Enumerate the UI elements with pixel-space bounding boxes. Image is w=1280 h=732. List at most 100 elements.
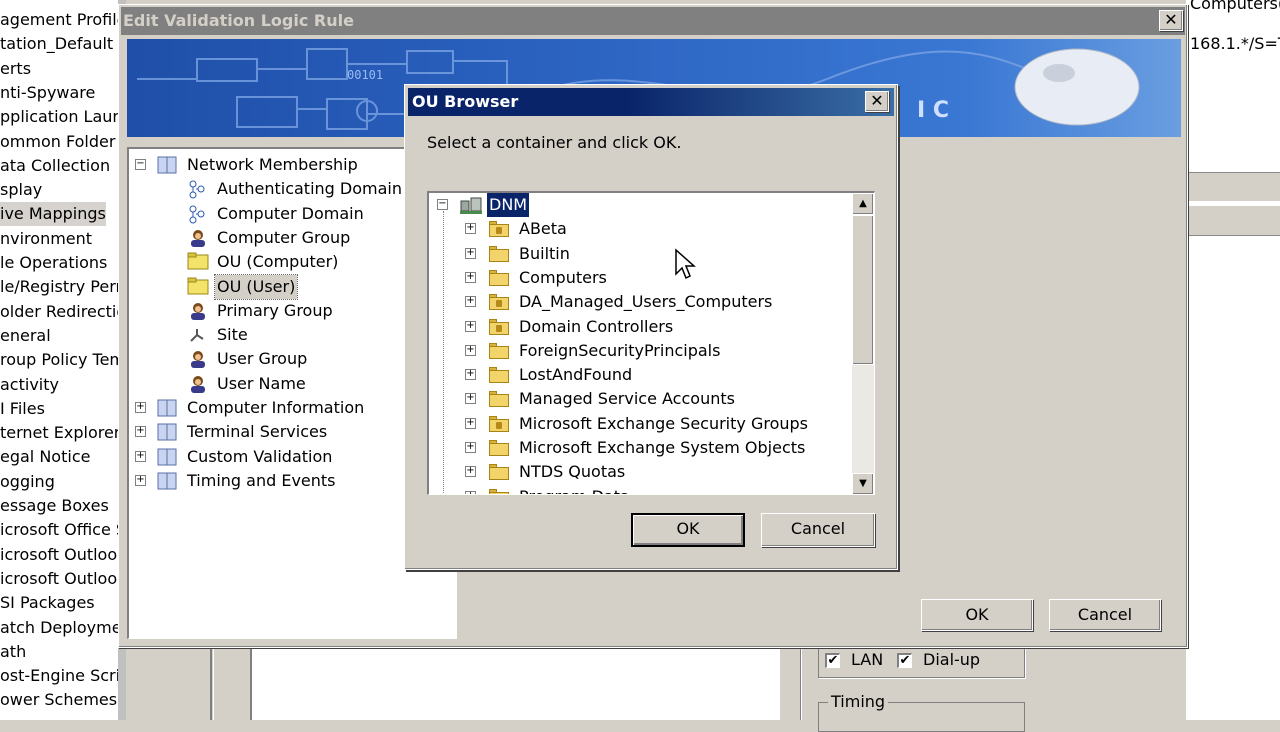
- expand-icon[interactable]: +: [135, 426, 146, 438]
- ou-tree-item-label: Microsoft Exchange System Objects: [519, 438, 806, 457]
- folder-icon: [489, 269, 509, 286]
- policy-list-item[interactable]: atch Deployment: [0, 616, 118, 640]
- scroll-down-icon[interactable]: ▼: [852, 473, 874, 494]
- policy-list-item[interactable]: le Operations: [0, 251, 107, 275]
- policy-list-item[interactable]: activity: [0, 373, 59, 397]
- expand-icon[interactable]: +: [135, 474, 146, 486]
- expand-icon[interactable]: +: [465, 271, 476, 283]
- ou-tree-item[interactable]: + Managed Service Accounts: [429, 387, 849, 411]
- tree-node[interactable]: Authenticating Domain: [129, 177, 449, 201]
- tree-node[interactable]: Computer Group: [129, 226, 449, 250]
- tree-node[interactable]: Computer Domain: [129, 202, 449, 226]
- expand-icon[interactable]: +: [465, 417, 476, 429]
- tree-node[interactable]: Primary Group: [129, 299, 449, 323]
- ou-tree-item[interactable]: + ForeignSecurityPrincipals: [429, 339, 849, 363]
- policy-list-item[interactable]: icrosoft Office S: [0, 518, 118, 542]
- timing-label: Timing: [828, 692, 889, 711]
- policy-list-item[interactable]: ath: [0, 640, 26, 664]
- expand-icon[interactable]: +: [465, 466, 476, 478]
- tree-node[interactable]: OU (User): [129, 273, 449, 300]
- expand-icon[interactable]: +: [465, 490, 476, 494]
- policy-list-item[interactable]: roup Policy Temp: [0, 348, 118, 372]
- policy-list-item[interactable]: SI Packages: [0, 591, 95, 615]
- cancel-button[interactable]: Cancel: [761, 513, 875, 547]
- lan-checkbox[interactable]: ✔: [825, 653, 840, 668]
- tree-node-label: User Name: [217, 373, 306, 393]
- expand-icon[interactable]: +: [465, 369, 476, 381]
- policy-list-item[interactable]: agement Profiles: [0, 8, 118, 32]
- tree-node[interactable]: User Name: [129, 372, 449, 396]
- policy-list-item[interactable]: ive Mappings: [0, 202, 106, 227]
- dialup-checkbox[interactable]: ✔: [897, 653, 912, 668]
- policy-list-item[interactable]: icrosoft Outlook: [0, 567, 118, 591]
- dialog-title-bar[interactable]: OU Browser: [408, 88, 894, 116]
- tree-node[interactable]: + Custom Validation: [129, 445, 449, 469]
- scrollbar-thumb[interactable]: [852, 215, 874, 365]
- dialog-title-bar[interactable]: Edit Validation Logic Rule: [121, 7, 1185, 35]
- ou-tree-item[interactable]: + Program Data: [429, 485, 849, 494]
- folder-icon: [489, 440, 509, 456]
- tree-node[interactable]: Site: [129, 323, 449, 347]
- policy-list-item[interactable]: essage Boxes: [0, 494, 109, 518]
- policy-list-item[interactable]: nti-Spyware: [0, 81, 95, 105]
- expand-icon[interactable]: +: [465, 223, 476, 235]
- cancel-button[interactable]: Cancel: [1049, 599, 1161, 631]
- expand-icon[interactable]: +: [465, 247, 476, 259]
- ou-tree-item[interactable]: + Computers: [429, 266, 849, 290]
- policy-list-item[interactable]: eneral: [0, 324, 51, 348]
- policy-list-item[interactable]: ogging: [0, 470, 55, 494]
- ou-tree-item[interactable]: + Domain Controllers: [429, 315, 849, 339]
- ok-button[interactable]: OK: [631, 513, 745, 547]
- ou-tree-item[interactable]: + LostAndFound: [429, 363, 849, 387]
- tree-node[interactable]: + Terminal Services: [129, 420, 449, 444]
- book-icon: [157, 447, 177, 467]
- close-icon[interactable]: ✕: [865, 91, 889, 112]
- ou-tree-item[interactable]: + DA_Managed_Users_Computers: [429, 290, 849, 314]
- scroll-up-icon[interactable]: ▲: [852, 193, 874, 215]
- ou-tree-item[interactable]: + Microsoft Exchange System Objects: [429, 436, 849, 460]
- tree-root-node[interactable]: − DNM: [429, 193, 849, 218]
- expand-icon[interactable]: +: [465, 320, 476, 332]
- expand-icon[interactable]: +: [465, 296, 476, 308]
- policy-list-item[interactable]: ata Collection: [0, 154, 110, 178]
- ou-tree-item[interactable]: + ABeta: [429, 217, 849, 241]
- policy-list-item[interactable]: tation_Default: [0, 32, 113, 56]
- tree-node[interactable]: + Computer Information: [129, 396, 449, 420]
- policy-list-item[interactable]: ower Schemes: [0, 688, 117, 712]
- ok-button[interactable]: OK: [921, 599, 1033, 631]
- policy-list-item[interactable]: nvironment: [0, 227, 92, 251]
- policy-list-item[interactable]: ost-Engine Scripts: [0, 664, 118, 688]
- expand-icon[interactable]: +: [465, 442, 476, 453]
- tree-node-label: Site: [217, 325, 248, 345]
- tree-scrollbar[interactable]: ▲ ▼: [852, 193, 874, 494]
- tree-node[interactable]: OU (Computer): [129, 250, 449, 274]
- policy-list-item[interactable]: older Redirection: [0, 300, 118, 324]
- policy-list-item[interactable]: le/Registry Perm: [0, 275, 118, 299]
- policy-list-item[interactable]: egal Notice: [0, 445, 90, 469]
- policy-list-item[interactable]: icrosoft Outlook: [0, 543, 118, 567]
- expand-icon[interactable]: +: [465, 344, 476, 356]
- collapse-icon[interactable]: −: [135, 159, 146, 170]
- folder-icon: [489, 464, 509, 481]
- ou-tree-item[interactable]: + NTDS Quotas: [429, 460, 849, 484]
- ou-tree[interactable]: − DNM + ABeta + Builtin + Computers + DA_Managed_…: [427, 191, 875, 495]
- policy-list-item[interactable]: pplication Launch: [0, 105, 118, 129]
- expand-icon[interactable]: +: [465, 393, 476, 405]
- policy-list-item[interactable]: I Files: [0, 397, 45, 421]
- expand-icon[interactable]: +: [135, 402, 146, 413]
- tree-node[interactable]: + Timing and Events: [129, 469, 449, 493]
- connection-group: ✔ LAN ✔ Dial-up: [818, 646, 1025, 678]
- collapse-icon[interactable]: −: [437, 199, 448, 210]
- instruction-text: Select a container and click OK.: [427, 133, 682, 152]
- policy-list-item[interactable]: splay: [0, 178, 42, 202]
- ou-tree-item[interactable]: + Builtin: [429, 242, 849, 266]
- book-icon: [157, 155, 177, 175]
- tree-node[interactable]: − Network Membership: [129, 153, 449, 177]
- tree-node[interactable]: User Group: [129, 347, 449, 371]
- ou-tree-item[interactable]: + Microsoft Exchange Security Groups: [429, 412, 849, 436]
- policy-list-item[interactable]: ommon Folder R: [0, 130, 118, 154]
- policy-list-item[interactable]: ternet Explorer: [0, 421, 118, 445]
- close-icon[interactable]: ✕: [1159, 10, 1183, 31]
- expand-icon[interactable]: +: [135, 450, 146, 462]
- policy-list-item[interactable]: erts: [0, 57, 31, 81]
